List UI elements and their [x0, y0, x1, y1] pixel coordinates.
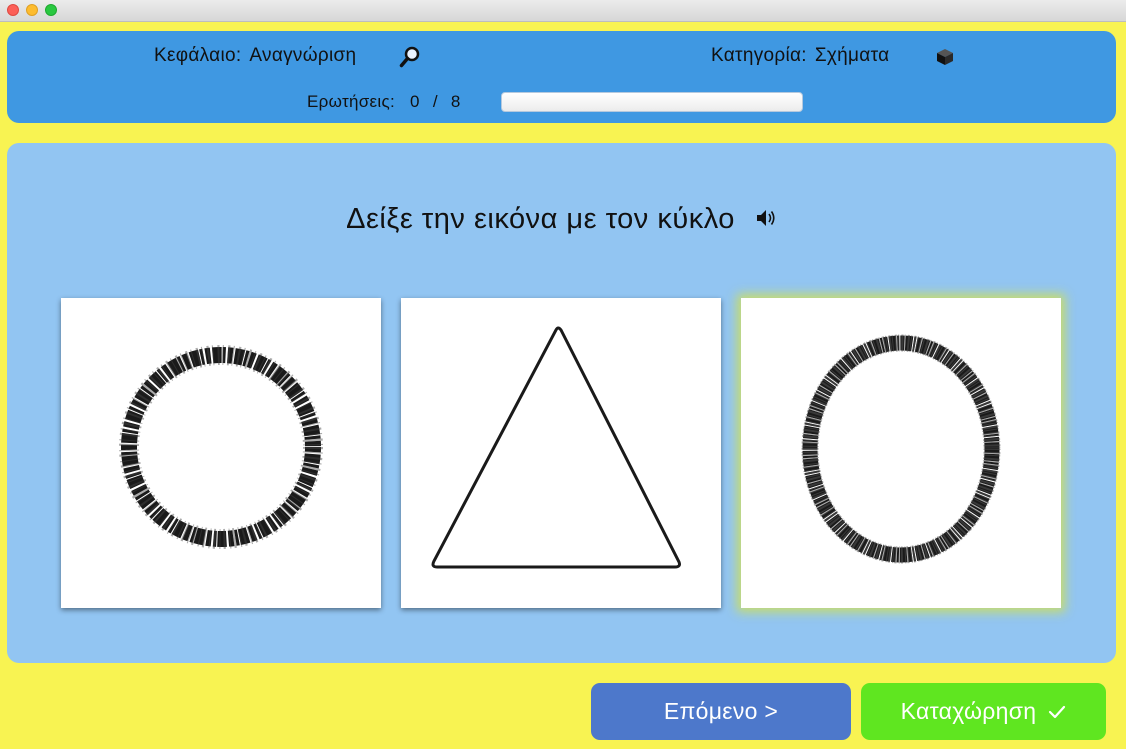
next-button-label: Επόμενο >: [663, 698, 779, 724]
choice-card-circle[interactable]: [61, 298, 381, 608]
question-panel: Δείξε την εικόνα με τον κύκλο: [7, 143, 1116, 663]
check-icon: [1048, 698, 1066, 725]
questions-counter: Ερωτήσεις: 0 / 8: [307, 92, 461, 112]
questions-label: Ερωτήσεις:: [307, 92, 395, 111]
oval-image: [801, 334, 1001, 564]
questions-total: 8: [450, 92, 461, 111]
question-row: Δείξε την εικόνα με τον κύκλο: [7, 203, 1116, 236]
submit-button-label: Καταχώρηση: [900, 698, 1037, 724]
questions-progress-bar: [501, 92, 803, 112]
question-text: Δείξε την εικόνα με τον κύκλο: [346, 203, 735, 235]
chapter-label: Κεφάλαιο:: [154, 45, 242, 66]
maximize-window-button[interactable]: [45, 4, 57, 16]
circle-image: [119, 345, 323, 549]
chapter-info: Κεφάλαιο: Αναγνώριση: [154, 45, 356, 67]
next-button[interactable]: Επόμενο >: [591, 683, 851, 740]
speaker-icon[interactable]: [755, 203, 777, 236]
chapter-value: Αναγνώριση: [249, 45, 357, 66]
triangle-image: [431, 326, 681, 569]
choice-card-triangle[interactable]: [401, 298, 721, 608]
window-titlebar: [0, 0, 1126, 22]
category-label: Κατηγορία:: [711, 45, 807, 66]
submit-button[interactable]: Καταχώρηση: [861, 683, 1106, 740]
category-value: Σχήματα: [814, 45, 890, 66]
questions-separator: /: [432, 92, 438, 111]
category-info: Κατηγορία: Σχήματα: [711, 45, 889, 67]
minimize-window-button[interactable]: [26, 4, 38, 16]
header-panel: Κεφάλαιο: Αναγνώριση Κατηγορία: Σχήματα Ερ…: [7, 31, 1116, 123]
questions-current: 0: [410, 92, 420, 111]
magnifier-icon[interactable]: [399, 46, 421, 73]
choice-card-oval[interactable]: [741, 298, 1061, 608]
close-window-button[interactable]: [7, 4, 19, 16]
cube-icon: [935, 48, 955, 71]
